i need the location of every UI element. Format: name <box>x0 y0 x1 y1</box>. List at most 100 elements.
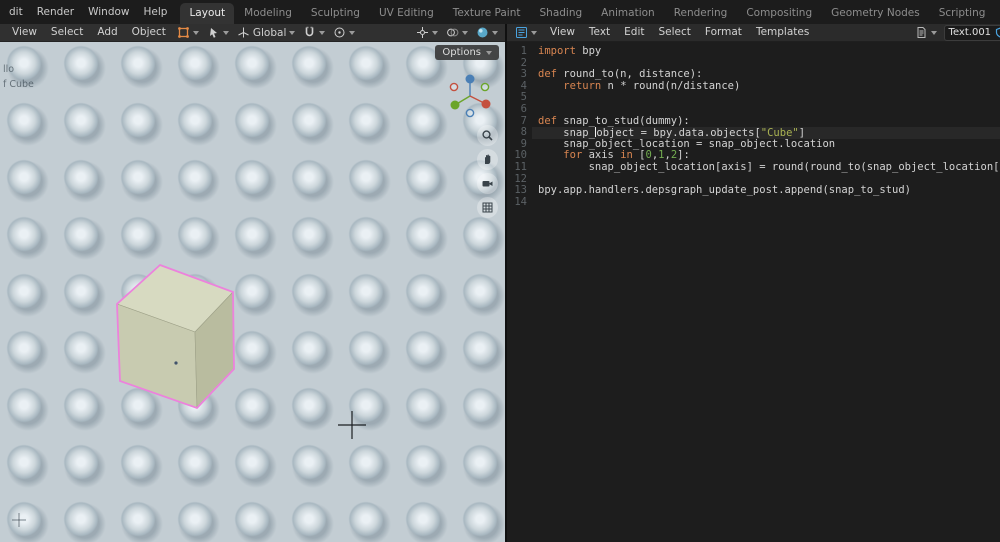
viewport-header-right <box>412 24 502 41</box>
code-area[interactable]: 1 2 3 4 5 6 7 8 9 10 11 12 13 14 import bpy def round_… <box>507 42 1000 542</box>
chevron-down-icon <box>930 30 937 35</box>
viewport-scene-overlay <box>12 74 491 527</box>
text-editor: View Text Edit Select Format Templates Text.0… <box>505 24 1000 542</box>
object-origin-dot <box>174 361 178 365</box>
line-number: 14 <box>514 195 527 208</box>
overlays-dropdown[interactable] <box>442 24 472 41</box>
camera-view-button[interactable] <box>477 173 498 194</box>
proportional-circle-icon <box>333 26 346 39</box>
line-number: 2 <box>520 56 527 69</box>
vp-menu-view[interactable]: View <box>5 21 44 44</box>
te-menu-templates[interactable]: Templates <box>749 21 816 44</box>
code-line[interactable] <box>532 92 1000 104</box>
mode-dropdown[interactable] <box>173 24 203 41</box>
tab-uv-editing[interactable]: UV Editing <box>370 3 443 24</box>
code-text: snap_to_stud(dummy): <box>556 114 690 127</box>
tab-scripting[interactable]: Scripting <box>930 3 995 24</box>
options-label: Options <box>442 47 481 58</box>
ortho-grid-button[interactable] <box>477 197 498 218</box>
chevron-down-icon <box>192 30 199 35</box>
code-keyword: return <box>563 79 602 92</box>
object-mode-icon <box>177 26 190 39</box>
text-editor-menus: View Text Edit Select Format Templates <box>541 21 816 44</box>
code-lines[interactable]: import bpy def round_to(n, distance): ret… <box>532 45 1000 542</box>
code-line[interactable]: def snap_to_stud(dummy): <box>532 114 1000 128</box>
gizmos-dropdown[interactable] <box>412 24 442 41</box>
te-menu-text[interactable]: Text <box>582 21 617 44</box>
gizmo-x-dot[interactable] <box>481 99 491 109</box>
options-button[interactable]: Options <box>435 45 499 60</box>
viewport-canvas[interactable]: llo f Cube Options <box>0 41 505 542</box>
gizmo-y-dot[interactable] <box>450 100 460 110</box>
code-keyword: for <box>563 149 583 162</box>
code-keyword: in <box>620 149 633 162</box>
code-text: axis <box>582 149 621 162</box>
chevron-down-icon <box>319 30 326 35</box>
snap-toggle[interactable] <box>299 24 329 41</box>
blender-window: dit Render Window Help Layout Modeling Sculpt… <box>0 0 1000 542</box>
te-menu-format[interactable]: Format <box>698 21 749 44</box>
select-cursor-icon <box>207 26 220 39</box>
chevron-down-icon <box>289 30 296 35</box>
gizmo-x-neg-dot[interactable] <box>449 82 459 92</box>
datablock-cluster: Text.001 <box>911 24 1000 41</box>
code-text: n * round(n/distance) <box>601 79 741 92</box>
code-text: snap_object_location = snap_object.locat… <box>538 137 836 150</box>
line-number: 3 <box>520 68 527 81</box>
crosshair-cursor <box>338 411 366 439</box>
editor-type-dropdown[interactable] <box>511 24 541 41</box>
vp-menu-add[interactable]: Add <box>90 21 124 44</box>
text-editor-header: View Text Edit Select Format Templates Text.0… <box>507 24 1000 42</box>
proportional-editing-dropdown[interactable] <box>329 24 359 41</box>
shading-dropdown[interactable] <box>472 24 502 41</box>
line-number: 6 <box>520 102 527 115</box>
gizmo-y-neg-dot[interactable] <box>480 82 490 92</box>
code-keyword: import <box>538 45 576 57</box>
code-text: bpy.app.handlers.depsgraph_update_post.a… <box>538 184 911 197</box>
viewport-info-line2: f Cube <box>3 79 34 90</box>
te-menu-view[interactable]: View <box>543 21 582 44</box>
vp-menu-select[interactable]: Select <box>44 21 90 44</box>
vp-menu-object[interactable]: Object <box>125 21 173 44</box>
code-keyword: def <box>538 68 557 81</box>
viewport-header: View Select Add Object Global <box>0 24 505 42</box>
text-datablock-browse[interactable] <box>911 24 941 41</box>
datablock-name: Text.001 <box>948 27 992 38</box>
cube-object[interactable] <box>116 263 235 410</box>
code-line[interactable]: bpy.app.handlers.depsgraph_update_post.a… <box>532 184 1000 197</box>
main-area: View Select Add Object Global llo f Cube… <box>0 24 1000 542</box>
code-line[interactable] <box>532 197 1000 209</box>
transform-orientation-dropdown[interactable]: Global <box>233 24 300 41</box>
te-menu-edit[interactable]: Edit <box>617 21 651 44</box>
add-workspace-button[interactable]: + <box>995 4 1000 24</box>
viewport-nav-tools <box>477 125 498 218</box>
line-number: 4 <box>520 79 527 92</box>
gizmo-z-dot[interactable] <box>465 74 475 84</box>
magnet-icon <box>303 26 316 39</box>
code-line[interactable]: snap_object_location[axis] = round(round… <box>532 161 1000 174</box>
tab-layout[interactable]: Layout <box>180 3 235 24</box>
shield-icon[interactable] <box>995 27 1000 38</box>
tab-sculpting[interactable]: Sculpting <box>302 3 369 24</box>
tab-modeling[interactable]: Modeling <box>235 3 301 24</box>
code-keyword: def <box>538 114 557 127</box>
chevron-down-icon <box>492 30 498 35</box>
mini-axes-icon <box>12 513 26 527</box>
line-number: 7 <box>520 114 527 127</box>
tool-dropdown[interactable] <box>203 24 233 41</box>
shading-sphere-icon <box>476 26 489 39</box>
tab-geometry-nodes[interactable]: Geometry Nodes <box>822 3 929 24</box>
tab-texture-paint[interactable]: Texture Paint <box>444 3 530 24</box>
code-line[interactable]: import bpy <box>532 45 1000 58</box>
datablock-name-field[interactable]: Text.001 <box>943 24 1000 41</box>
gizmo-icon <box>416 26 429 39</box>
zoom-button[interactable] <box>477 125 498 146</box>
gizmo-z-neg-dot[interactable] <box>465 108 475 118</box>
pan-hand-button[interactable] <box>477 149 498 170</box>
viewport-info-line1: llo <box>3 64 15 75</box>
code-line[interactable]: return n * round(n/distance) <box>532 79 1000 93</box>
te-menu-select[interactable]: Select <box>652 21 698 44</box>
chevron-down-icon <box>432 30 438 35</box>
navigation-gizmo[interactable] <box>449 74 491 118</box>
